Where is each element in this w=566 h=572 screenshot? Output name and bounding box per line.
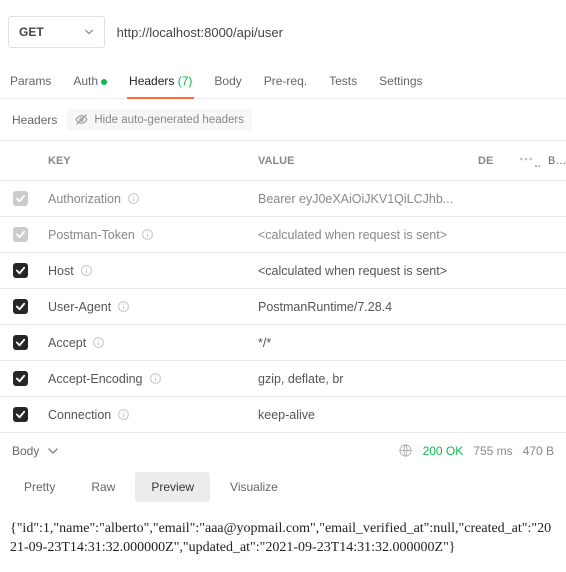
table-row[interactable]: Postman-Token<calculated when request is…	[0, 217, 566, 253]
method-select[interactable]: GET	[8, 16, 105, 48]
col-options[interactable]	[510, 141, 540, 180]
table-row[interactable]: User-AgentPostmanRuntime/7.28.4	[0, 289, 566, 325]
tab-headers[interactable]: Headers (7)	[127, 68, 194, 98]
table-row[interactable]: Accept-Encodinggzip, deflate, br	[0, 361, 566, 397]
chevron-down-icon[interactable]	[47, 445, 59, 457]
header-key[interactable]: Host	[40, 254, 250, 288]
dot-indicator-icon	[101, 79, 107, 85]
resp-tab-raw[interactable]: Raw	[75, 472, 131, 502]
response-bar: Body 200 OK 755 ms 470 B	[0, 433, 566, 468]
header-key[interactable]: Accept-Encoding	[40, 362, 250, 396]
table-row[interactable]: AuthorizationBearer eyJ0eXAiOiJKV1QiLCJh…	[0, 181, 566, 217]
col-bulk[interactable]: Bulk	[540, 145, 566, 177]
tab-settings[interactable]: Settings	[377, 68, 424, 98]
row-checkbox[interactable]	[13, 263, 28, 278]
info-icon	[149, 372, 162, 385]
tab-tests[interactable]: Tests	[327, 68, 359, 98]
url-input[interactable]	[113, 17, 558, 48]
header-value[interactable]: Bearer eyJ0eXAiOiJKV1QiLCJhb...	[250, 182, 470, 216]
header-value[interactable]: <calculated when request is sent>	[250, 218, 470, 252]
response-section-label[interactable]: Body	[12, 444, 39, 458]
tab-params[interactable]: Params	[8, 68, 53, 98]
headers-table: KEY VALUE DE Bulk AuthorizationBearer ey…	[0, 140, 566, 433]
row-checkbox[interactable]	[13, 191, 28, 206]
chevron-down-icon	[84, 27, 94, 37]
dots-horizontal-icon	[518, 151, 534, 167]
row-checkbox[interactable]	[13, 335, 28, 350]
header-value[interactable]: keep-alive	[250, 398, 470, 432]
table-row[interactable]: Host<calculated when request is sent>	[0, 253, 566, 289]
header-key[interactable]: User-Agent	[40, 290, 250, 324]
table-row[interactable]: Connectionkeep-alive	[0, 397, 566, 433]
response-body: {"id":1,"name":"alberto","email":"aaa@yo…	[0, 506, 566, 572]
info-icon	[80, 264, 93, 277]
col-de: DE	[470, 145, 510, 177]
method-label: GET	[19, 25, 44, 39]
resp-tab-pretty[interactable]: Pretty	[8, 472, 71, 502]
header-key[interactable]: Postman-Token	[40, 218, 250, 252]
info-icon	[117, 408, 130, 421]
row-checkbox[interactable]	[13, 299, 28, 314]
headers-toolbar: Headers Hide auto-generated headers	[0, 99, 566, 140]
header-value[interactable]: */*	[250, 326, 470, 360]
status-code: 200 OK	[423, 444, 464, 458]
header-key[interactable]: Accept	[40, 326, 250, 360]
response-time: 755 ms	[473, 444, 512, 458]
header-key[interactable]: Authorization	[40, 182, 250, 216]
eye-off-icon	[75, 113, 88, 126]
header-key[interactable]: Connection	[40, 398, 250, 432]
headers-count: (7)	[178, 74, 193, 88]
row-checkbox[interactable]	[13, 227, 28, 242]
header-value[interactable]: gzip, deflate, br	[250, 362, 470, 396]
headers-label: Headers	[12, 113, 57, 127]
tab-prereq[interactable]: Pre-req.	[262, 68, 309, 98]
col-key: KEY	[40, 145, 250, 177]
request-bar: GET	[0, 0, 566, 60]
tab-auth[interactable]: Auth	[71, 68, 109, 98]
header-value[interactable]: <calculated when request is sent>	[250, 254, 470, 288]
table-row[interactable]: Accept*/*	[0, 325, 566, 361]
table-header-row: KEY VALUE DE Bulk	[0, 141, 566, 181]
resp-tab-preview[interactable]: Preview	[135, 472, 210, 502]
row-checkbox[interactable]	[13, 371, 28, 386]
row-checkbox[interactable]	[13, 407, 28, 422]
request-tabs: Params Auth Headers (7) Body Pre-req. Te…	[0, 60, 566, 99]
info-icon	[127, 192, 140, 205]
col-value: VALUE	[250, 145, 470, 177]
response-size: 470 B	[523, 444, 554, 458]
tab-body[interactable]: Body	[212, 68, 243, 98]
globe-icon[interactable]	[398, 443, 413, 458]
resp-tab-visualize[interactable]: Visualize	[214, 472, 294, 502]
hide-auto-headers-button[interactable]: Hide auto-generated headers	[67, 109, 252, 130]
info-icon	[141, 228, 154, 241]
header-value[interactable]: PostmanRuntime/7.28.4	[250, 290, 470, 324]
info-icon	[117, 300, 130, 313]
response-tabs: Pretty Raw Preview Visualize	[0, 468, 566, 506]
info-icon	[92, 336, 105, 349]
